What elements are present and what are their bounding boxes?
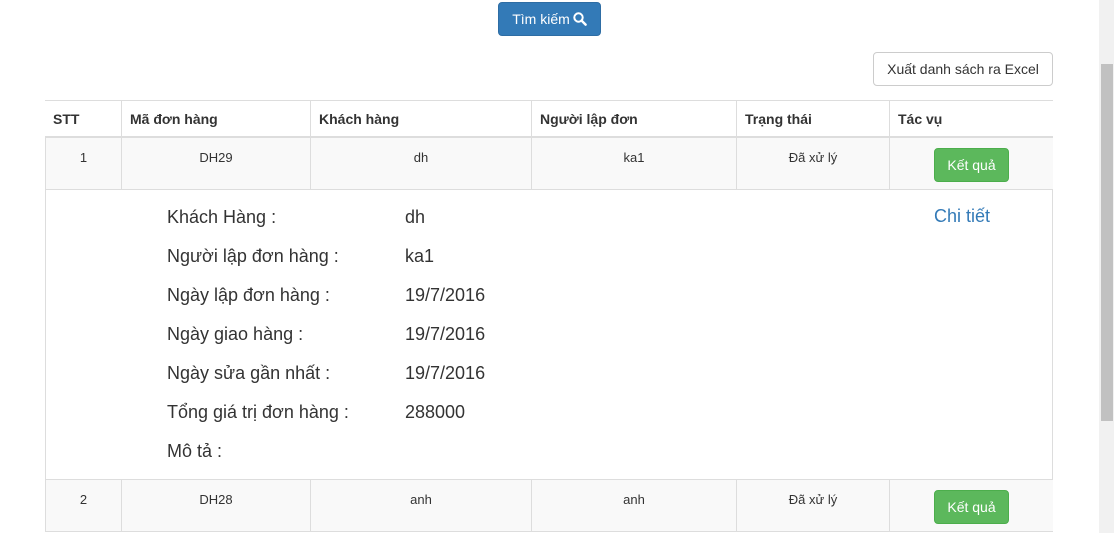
result-button[interactable]: Kết quả <box>934 148 1009 182</box>
table-row[interactable]: 2 DH28 anh anh Đã xử lý Kết quả <box>45 480 1053 532</box>
detail-value: ka1 <box>405 246 435 266</box>
header-customer[interactable]: Khách hàng <box>311 101 532 136</box>
scrollbar-thumb[interactable] <box>1101 64 1113 421</box>
cell-status: Đã xử lý <box>737 480 890 531</box>
detail-label: Ngày giao hàng : <box>167 324 304 344</box>
detail-value: 19/7/2016 <box>405 285 486 305</box>
search-button[interactable]: Tìm kiếm <box>498 2 601 36</box>
detail-label: Khách Hàng : <box>167 207 277 227</box>
order-detail-panel: Khách Hàng : dh Người lập đơn hàng : ka1… <box>45 190 1053 480</box>
search-button-label: Tìm kiếm <box>512 11 570 27</box>
detail-value: 19/7/2016 <box>405 324 486 344</box>
detail-value: 288000 <box>405 402 466 422</box>
detail-label: Tổng giá trị đơn hàng : <box>167 402 349 422</box>
header-status[interactable]: Trạng thái <box>737 101 890 136</box>
cell-order-code: DH28 <box>122 480 311 531</box>
result-button[interactable]: Kết quả <box>934 490 1009 524</box>
detail-label: Mô tả : <box>167 441 223 461</box>
export-excel-button[interactable]: Xuất danh sách ra Excel <box>873 52 1053 86</box>
table-header: STT Mã đơn hàng Khách hàng Người lập đơn… <box>45 100 1053 138</box>
cell-stt: 2 <box>46 480 122 531</box>
cell-actions: Kết quả <box>890 138 1053 189</box>
search-icon <box>573 12 587 26</box>
cell-order-code: DH29 <box>122 138 311 189</box>
cell-status: Đã xử lý <box>737 138 890 189</box>
header-creator[interactable]: Người lập đơn <box>532 101 737 136</box>
detail-label: Ngày sửa gần nhất : <box>167 363 331 383</box>
detail-label: Người lập đơn hàng : <box>167 246 339 266</box>
header-actions: Tác vụ <box>898 110 943 127</box>
detail-value: 19/7/2016 <box>405 363 486 383</box>
cell-customer: dh <box>311 138 532 189</box>
detail-value: dh <box>405 207 426 227</box>
cell-actions: Kết quả <box>890 480 1053 531</box>
cell-stt: 1 <box>46 138 122 189</box>
detail-link[interactable]: Chi tiết <box>934 206 990 227</box>
table-row[interactable]: 1 DH29 dh ka1 Đã xử lý Kết quả <box>45 138 1053 190</box>
cell-creator: anh <box>532 480 737 531</box>
header-order-code[interactable]: Mã đơn hàng <box>122 101 311 136</box>
cell-creator: ka1 <box>532 138 737 189</box>
orders-table: STT Mã đơn hàng Khách hàng Người lập đơn… <box>45 100 1053 532</box>
detail-label: Ngày lập đơn hàng : <box>167 285 330 305</box>
cell-customer: anh <box>311 480 532 531</box>
header-stt[interactable]: STT <box>45 101 122 136</box>
